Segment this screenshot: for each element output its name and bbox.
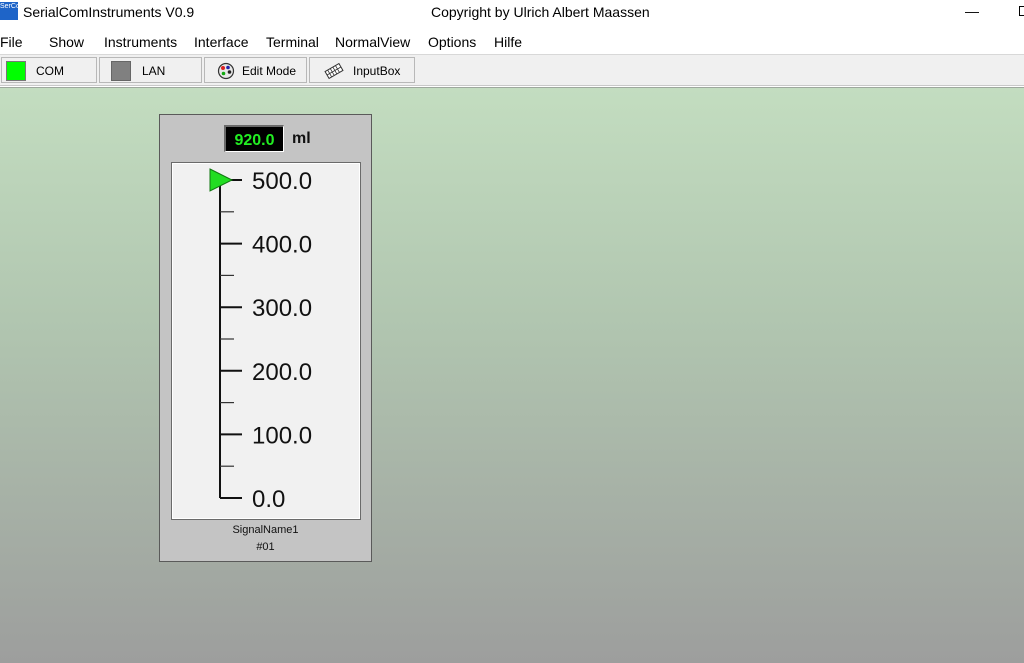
tick-label: 400.0 [252, 232, 312, 259]
com-label: COM [36, 64, 64, 78]
unit-label: ml [292, 130, 311, 147]
palette-icon [217, 62, 235, 80]
keyboard-icon [324, 62, 344, 80]
maximize-icon[interactable] [1019, 6, 1024, 16]
edit-mode-label: Edit Mode [242, 64, 297, 78]
edit-mode-button[interactable]: Edit Mode [204, 57, 307, 83]
minimize-icon[interactable]: — [962, 0, 982, 24]
menu-terminal[interactable]: Terminal [266, 34, 319, 50]
signal-id: #01 [256, 541, 275, 553]
menu-file[interactable]: File [0, 34, 23, 50]
tick-label: 300.0 [252, 295, 312, 322]
signal-name: SignalName1 [232, 524, 299, 536]
toolbar: COM LAN Edit Mode InputBox [0, 54, 1024, 86]
menu-instruments[interactable]: Instruments [104, 34, 177, 50]
instrument-workspace[interactable] [0, 87, 1024, 663]
menu-bar: File Show Instruments Interface Terminal… [0, 28, 1024, 54]
scale-panel: 500.0 400.0 300.0 200.0 100.0 0.0 [171, 162, 361, 520]
lan-label: LAN [142, 64, 166, 78]
title-bar: SerCo SerialComInstruments V0.9 Copyrigh… [0, 0, 1024, 26]
vertical-scale: 500.0 400.0 300.0 200.0 100.0 0.0 [209, 168, 312, 513]
menu-hilfe[interactable]: Hilfe [494, 34, 522, 50]
inputbox-button[interactable]: InputBox [309, 57, 415, 83]
com-button[interactable]: COM [1, 57, 97, 83]
lan-button[interactable]: LAN [99, 57, 202, 83]
tick-label: 100.0 [252, 422, 312, 449]
com-status-indicator [6, 61, 26, 81]
menu-show[interactable]: Show [49, 34, 84, 50]
copyright-text: Copyright by Ulrich Albert Maassen [431, 4, 650, 20]
tick-label: 500.0 [252, 168, 312, 195]
lan-status-indicator [111, 61, 131, 81]
app-logo-icon[interactable]: SerCo [0, 2, 18, 20]
tick-label: 200.0 [252, 359, 312, 386]
menu-interface[interactable]: Interface [194, 34, 248, 50]
window-title: SerialComInstruments V0.9 [23, 4, 195, 20]
menu-normalview[interactable]: NormalView [335, 34, 410, 50]
level-instrument[interactable]: 920.0 ml 500.0 400.0 300.0 200.0 100.0 0.0 Si… [159, 114, 372, 562]
menu-options[interactable]: Options [428, 34, 476, 50]
inputbox-label: InputBox [353, 64, 401, 78]
value-display: 920.0 [224, 125, 284, 152]
tick-label: 0.0 [252, 486, 285, 513]
